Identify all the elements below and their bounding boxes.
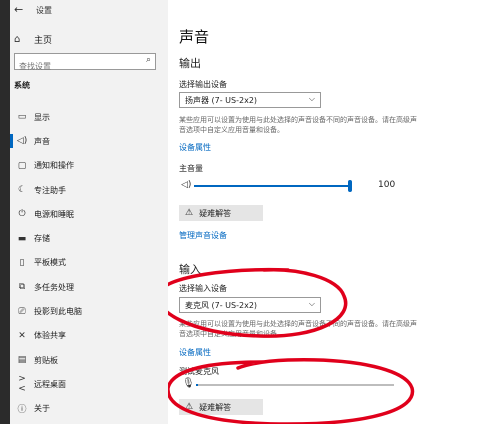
power-icon: ⏻ bbox=[18, 209, 26, 220]
home-icon: ⌂ bbox=[14, 33, 21, 45]
output-device-properties-link[interactable]: 设备属性 bbox=[179, 142, 211, 153]
remote-desktop-icon: >< bbox=[18, 374, 26, 395]
sidebar-item-sound[interactable]: ◁) 声音 bbox=[10, 129, 168, 153]
search-box[interactable]: ⌕ bbox=[14, 53, 156, 74]
output-description: 某些应用可以设置为使用与此处选择的声音设备不同的声音设备。请在高级声音选项中自定… bbox=[179, 116, 417, 134]
storage-icon: ▬ bbox=[17, 233, 27, 244]
sidebar-item-notifications[interactable]: ▢ 通知和操作 bbox=[10, 154, 168, 178]
sidebar-item-multitasking[interactable]: ⧉ 多任务处理 bbox=[10, 275, 168, 299]
input-description: 某些应用可以设置为使用与此处选择的声音设备不同的声音设备。请在高级声音选项中自定… bbox=[179, 320, 417, 338]
input-device-properties-link[interactable]: 设备属性 bbox=[179, 347, 211, 358]
chevron-down-icon: ⌵ bbox=[308, 94, 315, 103]
sidebar-item-focus-assist[interactable]: ☾ 专注助手 bbox=[10, 178, 168, 202]
warning-icon: ⚠ bbox=[185, 402, 194, 412]
master-volume-fill bbox=[194, 185, 352, 187]
project-icon: ⎚ bbox=[18, 306, 26, 317]
section-label: 系统 bbox=[14, 81, 30, 90]
volume-icon[interactable]: ◁) bbox=[181, 180, 191, 190]
microphone-icon: 🎙 bbox=[182, 378, 195, 389]
sidebar-item-power[interactable]: ⏻ 电源和睡眠 bbox=[10, 202, 168, 226]
output-troubleshoot-button[interactable]: ⚠ 疑难解答 bbox=[179, 205, 263, 221]
warning-icon: ⚠ bbox=[185, 208, 194, 218]
home-label: 主页 bbox=[34, 35, 53, 46]
sidebar-item-project[interactable]: ⎚ 投影到此电脑 bbox=[10, 299, 168, 323]
multitask-icon: ⧉ bbox=[18, 282, 26, 293]
master-volume-slider[interactable] bbox=[194, 180, 352, 192]
output-device-value: 扬声器 (7- US-2x2) bbox=[185, 96, 258, 105]
input-troubleshoot-button[interactable]: ⚠ 疑难解答 bbox=[179, 399, 263, 415]
info-icon: ⓘ bbox=[17, 405, 27, 416]
manage-sound-devices-link[interactable]: 管理声音设备 bbox=[179, 230, 227, 241]
search-input[interactable] bbox=[15, 59, 137, 74]
title-bar: ← 设置 bbox=[10, 0, 168, 20]
output-device-label: 选择输出设备 bbox=[179, 80, 227, 89]
microphone-level-meter bbox=[196, 384, 394, 386]
input-device-value: 麦克风 (7- US-2x2) bbox=[185, 301, 258, 310]
notification-icon: ▢ bbox=[17, 160, 27, 171]
page-title: 声音 bbox=[179, 28, 210, 46]
sidebar-item-display[interactable]: ▭ 显示 bbox=[10, 105, 168, 129]
input-device-dropdown[interactable]: 麦克风 (7- US-2x2) ⌵ bbox=[179, 297, 321, 313]
back-arrow-icon[interactable]: ← bbox=[14, 3, 23, 16]
moon-icon: ☾ bbox=[17, 185, 27, 196]
chevron-down-icon: ⌵ bbox=[308, 299, 315, 308]
sidebar: ← 设置 ⌂ 主页 ⌕ 系统 ▭ 显示 ◁) 声音 ▢ 通知和操作 ☾ 专注助手… bbox=[10, 0, 168, 424]
clipboard-icon: ▤ bbox=[17, 355, 27, 366]
search-icon[interactable]: ⌕ bbox=[146, 55, 151, 65]
output-heading: 输出 bbox=[179, 57, 201, 70]
master-volume-thumb[interactable] bbox=[348, 180, 352, 192]
input-heading: 输入 bbox=[179, 263, 201, 276]
display-icon: ▭ bbox=[17, 112, 27, 123]
sidebar-item-tablet[interactable]: ▯ 平板模式 bbox=[10, 251, 168, 275]
master-volume-label: 主音量 bbox=[179, 164, 203, 173]
sidebar-item-shared-experiences[interactable]: ✕ 体验共享 bbox=[10, 324, 168, 348]
sidebar-nav: ▭ 显示 ◁) 声音 ▢ 通知和操作 ☾ 专注助手 ⏻ 电源和睡眠 ▬ 存储 ▯… bbox=[10, 105, 168, 421]
share-icon: ✕ bbox=[18, 330, 26, 341]
microphone-level-fill bbox=[196, 384, 198, 386]
home-link[interactable]: ⌂ 主页 bbox=[14, 32, 52, 46]
tablet-icon: ▯ bbox=[19, 257, 25, 268]
master-volume-value: 100 bbox=[378, 180, 396, 190]
speaker-icon: ◁) bbox=[16, 136, 28, 147]
window-title: 设置 bbox=[36, 6, 52, 15]
main-panel: 声音 输出 选择输出设备 扬声器 (7- US-2x2) ⌵ 某些应用可以设置为… bbox=[168, 0, 500, 424]
sidebar-item-about[interactable]: ⓘ 关于 bbox=[10, 397, 168, 421]
sidebar-item-storage[interactable]: ▬ 存储 bbox=[10, 226, 168, 250]
input-device-label: 选择输入设备 bbox=[179, 284, 227, 293]
sidebar-item-clipboard[interactable]: ▤ 剪贴板 bbox=[10, 348, 168, 372]
test-microphone-label: 测试麦克风 bbox=[179, 367, 219, 376]
sidebar-item-remote-desktop[interactable]: >< 远程桌面 bbox=[10, 372, 168, 396]
output-device-dropdown[interactable]: 扬声器 (7- US-2x2) ⌵ bbox=[179, 92, 321, 108]
desktop-edge bbox=[0, 0, 10, 424]
